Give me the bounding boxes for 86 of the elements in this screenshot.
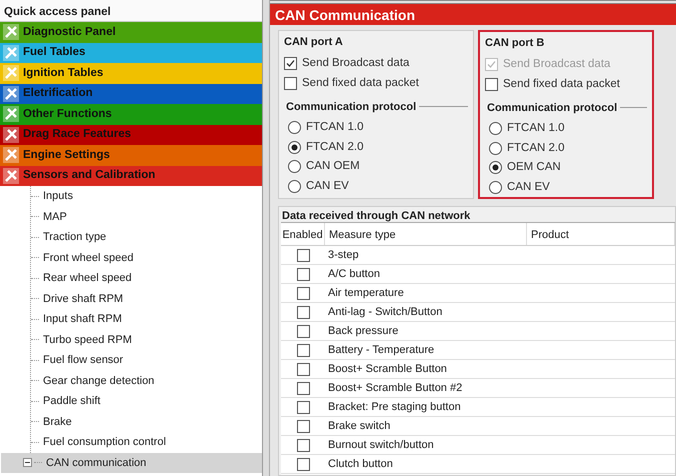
checkbox[interactable] (284, 57, 297, 70)
tree-item[interactable]: Brake (31, 412, 262, 432)
table-cell-text: 3-step (327, 248, 360, 263)
table-cell-text: Burnout switch/button (327, 438, 435, 453)
collapse-icon[interactable] (23, 458, 32, 468)
table-cell-text: Boost+ Scramble Button (327, 362, 448, 377)
checkbox[interactable] (296, 458, 310, 470)
group-title: CAN port B (485, 36, 546, 51)
checkbox[interactable] (296, 286, 310, 300)
radio-label: CAN OEM (306, 159, 360, 174)
checkbox-label: Send Broadcast data (503, 56, 610, 72)
section-icon (2, 23, 20, 42)
checkbox-label: Send fixed data packet (302, 76, 419, 91)
radio-label: FTCAN 1.0 (507, 121, 565, 136)
table-cell-text: Anti-lag - Switch/Button (327, 304, 444, 320)
section-icon (2, 84, 20, 103)
checkbox[interactable] (485, 78, 498, 91)
checkbox[interactable] (284, 77, 297, 90)
group-title: Communication protocol (286, 100, 416, 114)
group-title: Communication protocol (487, 100, 618, 116)
radio-button[interactable] (489, 161, 502, 174)
tree-item[interactable]: Fuel consumption control (31, 432, 262, 452)
radio-label: FTCAN 2.0 (306, 140, 364, 155)
tree-item[interactable]: Front wheel speed (31, 248, 262, 268)
radio-button[interactable] (489, 122, 502, 136)
tree-item[interactable]: Rear wheel speed (31, 268, 262, 288)
radio-label: CAN EV (507, 180, 550, 195)
group-title: CAN port A (284, 35, 344, 50)
tree-item[interactable]: Fuel flow sensor (31, 350, 262, 370)
checkbox[interactable] (296, 306, 310, 318)
section-icon (2, 44, 20, 62)
checkbox[interactable] (296, 362, 310, 376)
column-header[interactable]: Enabled (281, 223, 325, 245)
tree-item[interactable]: Traction type (31, 227, 262, 248)
radio-button[interactable] (288, 140, 301, 154)
radio-button[interactable] (489, 180, 502, 194)
checkbox[interactable] (296, 248, 310, 262)
page-title: CAN Communication (270, 4, 676, 25)
checkbox-label: Send fixed data packet (503, 76, 620, 92)
tree-item[interactable]: Drive shaft RPM (31, 288, 262, 309)
table-cell-text: Battery - Temperature (327, 342, 436, 358)
radio-button[interactable] (288, 121, 301, 134)
table-cell-text: Boost+ Scramble Button #2 (327, 380, 464, 396)
radio-button[interactable] (288, 180, 301, 193)
section-icon (2, 105, 20, 124)
section-header[interactable]: Engine Settings (0, 145, 262, 166)
section-icon (2, 126, 20, 144)
tree-item[interactable]: Gear change detection (31, 370, 262, 391)
section-header[interactable]: Other Functions (0, 104, 262, 124)
checkbox[interactable] (296, 400, 310, 414)
tree-item[interactable]: Inputs (31, 186, 262, 206)
radio-label: CAN EV (306, 178, 349, 194)
table-cell-text: A/C button (327, 266, 381, 282)
column-header[interactable]: Measure type (325, 223, 527, 245)
radio-label: OEM CAN (507, 160, 561, 176)
radio-button[interactable] (489, 142, 502, 155)
section-icon (2, 64, 20, 82)
section-header[interactable]: Fuel Tables (0, 42, 262, 63)
tree-item[interactable]: Turbo speed RPM (31, 330, 262, 350)
section-header[interactable]: Sensors and Calibration (0, 166, 262, 186)
table-title: Data received through CAN network (281, 209, 472, 222)
table-cell-text: Air temperature (327, 286, 405, 301)
section-header[interactable]: Diagnostic Panel (0, 22, 262, 42)
radio-label: FTCAN 1.0 (306, 120, 364, 136)
table-cell-text: Bracket: Pre staging button (327, 400, 462, 415)
checkbox[interactable] (296, 344, 310, 356)
checkbox-label: Send Broadcast data (302, 56, 410, 71)
radio-button[interactable] (288, 160, 301, 174)
tree-item[interactable]: CAN communication (1, 452, 262, 473)
radio-label: FTCAN 2.0 (507, 140, 565, 156)
table-cell-text: Clutch button (327, 456, 394, 472)
table-cell-text: Brake switch (327, 418, 392, 434)
section-icon (2, 166, 20, 185)
tree-item[interactable]: Paddle shift (31, 391, 262, 412)
checkbox[interactable] (296, 438, 310, 452)
checkbox[interactable] (296, 382, 310, 394)
section-icon (2, 146, 20, 164)
table-cell-text: Back pressure (327, 324, 400, 339)
checkbox[interactable] (296, 268, 310, 280)
panel-title: Quick access panel (0, 0, 262, 22)
tree-item[interactable]: Input shaft RPM (31, 309, 262, 330)
column-header[interactable]: Product (527, 223, 675, 245)
tree-item[interactable]: MAP (31, 206, 262, 227)
checkbox[interactable] (296, 324, 310, 338)
checkbox[interactable] (296, 420, 310, 432)
section-header[interactable]: Ignition Tables (0, 63, 262, 84)
